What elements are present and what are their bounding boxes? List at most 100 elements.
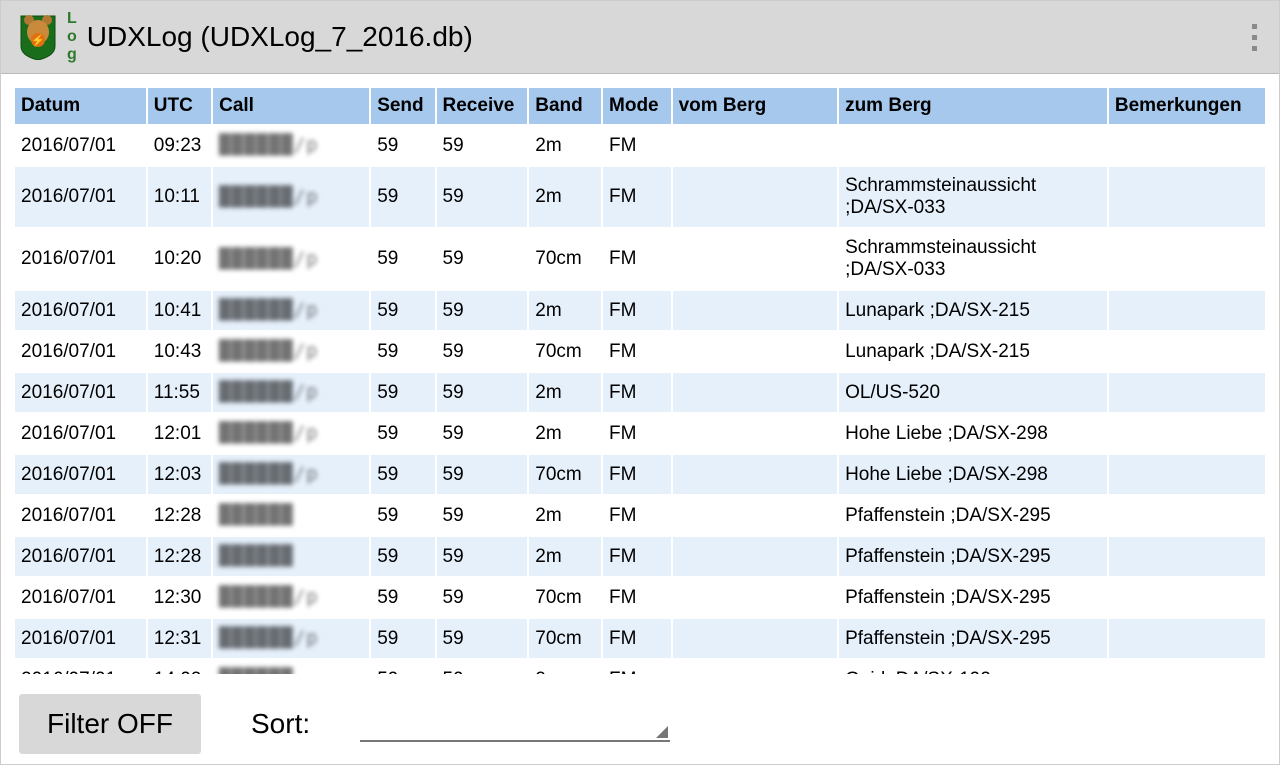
cell-band: 2m	[528, 125, 602, 166]
table-row[interactable]: 2016/07/0110:43██████/p595970cmFMLunapar…	[14, 331, 1266, 372]
cell-mode: FM	[602, 495, 672, 536]
cell-mode: FM	[602, 331, 672, 372]
table-row[interactable]: 2016/07/0110:20██████/p595970cmFMSchramm…	[14, 228, 1266, 290]
cell-receive: 59	[436, 536, 529, 577]
cell-utc: 12:31	[147, 618, 212, 659]
col-header-vom[interactable]: vom Berg	[672, 87, 839, 125]
cell-send: 59	[370, 495, 435, 536]
col-header-utc[interactable]: UTC	[147, 87, 212, 125]
cell-mode: FM	[602, 166, 672, 228]
cell-receive: 59	[436, 454, 529, 495]
cell-mode: FM	[602, 228, 672, 290]
col-header-datum[interactable]: Datum	[14, 87, 147, 125]
cell-receive: 59	[436, 577, 529, 618]
cell-zum: Hohe Liebe ;DA/SX-298	[838, 413, 1108, 454]
col-header-bem[interactable]: Bemerkungen	[1108, 87, 1266, 125]
cell-datum: 2016/07/01	[14, 536, 147, 577]
cell-utc: 09:23	[147, 125, 212, 166]
svg-text:⚡: ⚡	[31, 34, 45, 47]
cell-datum: 2016/07/01	[14, 659, 147, 674]
col-header-mode[interactable]: Mode	[602, 87, 672, 125]
cell-mode: FM	[602, 618, 672, 659]
cell-bem	[1108, 659, 1266, 674]
cell-send: 59	[370, 577, 435, 618]
cell-call: ██████/p	[212, 166, 370, 228]
cell-zum: Pfaffenstein ;DA/SX-295	[838, 618, 1108, 659]
cell-bem	[1108, 331, 1266, 372]
col-header-call[interactable]: Call	[212, 87, 370, 125]
cell-mode: FM	[602, 372, 672, 413]
cell-send: 59	[370, 331, 435, 372]
cell-zum: Lunapark ;DA/SX-215	[838, 331, 1108, 372]
cell-vom	[672, 125, 839, 166]
cell-call: ██████/p	[212, 618, 370, 659]
logo-log-letters: L o g	[67, 10, 77, 64]
cell-bem	[1108, 577, 1266, 618]
cell-receive: 59	[436, 125, 529, 166]
cell-band: 2m	[528, 372, 602, 413]
cell-vom	[672, 454, 839, 495]
cell-utc: 10:20	[147, 228, 212, 290]
table-row[interactable]: 2016/07/0112:03██████/p595970cmFMHohe Li…	[14, 454, 1266, 495]
filter-button[interactable]: Filter OFF	[19, 694, 201, 754]
cell-send: 59	[370, 618, 435, 659]
cell-utc: 12:03	[147, 454, 212, 495]
cell-receive: 59	[436, 228, 529, 290]
cell-zum: Pfaffenstein ;DA/SX-295	[838, 536, 1108, 577]
cell-utc: 14:02	[147, 659, 212, 674]
cell-mode: FM	[602, 577, 672, 618]
table-row[interactable]: 2016/07/0112:28██████59592mFMPfaffenstei…	[14, 495, 1266, 536]
cell-mode: FM	[602, 454, 672, 495]
sort-spinner[interactable]	[360, 706, 670, 742]
cell-call: ██████/p	[212, 413, 370, 454]
cell-call: ██████	[212, 495, 370, 536]
cell-utc: 11:55	[147, 372, 212, 413]
table-row[interactable]: 2016/07/0111:55██████/p59592mFMOL/US-520	[14, 372, 1266, 413]
cell-call: ██████/p	[212, 228, 370, 290]
cell-bem	[1108, 228, 1266, 290]
cell-bem	[1108, 290, 1266, 331]
cell-send: 59	[370, 659, 435, 674]
cell-call: ██████/p	[212, 372, 370, 413]
cell-send: 59	[370, 454, 435, 495]
col-header-send[interactable]: Send	[370, 87, 435, 125]
bottom-bar: Filter OFF Sort:	[1, 684, 1279, 764]
cell-utc: 12:01	[147, 413, 212, 454]
app-window: ⚡ L o g UDXLog (UDXLog_7_2016.db) Datum …	[0, 0, 1280, 765]
cell-call: ██████	[212, 536, 370, 577]
cell-zum: Schrammsteinaussicht ;DA/SX-033	[838, 166, 1108, 228]
overflow-menu-icon[interactable]	[1244, 16, 1265, 59]
cell-band: 2m	[528, 413, 602, 454]
cell-band: 2m	[528, 536, 602, 577]
cell-zum: Hohe Liebe ;DA/SX-298	[838, 454, 1108, 495]
log-table-container: Datum UTC Call Send Receive Band Mode vo…	[1, 74, 1279, 674]
table-row[interactable]: 2016/07/0112:28██████59592mFMPfaffenstei…	[14, 536, 1266, 577]
cell-vom	[672, 228, 839, 290]
cell-utc: 10:11	[147, 166, 212, 228]
table-row[interactable]: 2016/07/0112:01██████/p59592mFMHohe Lieb…	[14, 413, 1266, 454]
cell-call: ██████/p	[212, 331, 370, 372]
cell-band: 70cm	[528, 577, 602, 618]
cell-call: ██████/p	[212, 125, 370, 166]
table-row[interactable]: 2016/07/0112:31██████/p595970cmFMPfaffen…	[14, 618, 1266, 659]
cell-vom	[672, 166, 839, 228]
cell-bem	[1108, 166, 1266, 228]
cell-band: 70cm	[528, 228, 602, 290]
cell-bem	[1108, 454, 1266, 495]
cell-mode: FM	[602, 125, 672, 166]
table-row[interactable]: 2016/07/0110:41██████/p59592mFMLunapark …	[14, 290, 1266, 331]
table-row[interactable]: 2016/07/0110:11██████/p59592mFMSchrammst…	[14, 166, 1266, 228]
col-header-receive[interactable]: Receive	[436, 87, 529, 125]
cell-band: 2m	[528, 659, 602, 674]
cell-datum: 2016/07/01	[14, 577, 147, 618]
cell-bem	[1108, 495, 1266, 536]
cell-utc: 10:41	[147, 290, 212, 331]
table-row[interactable]: 2016/07/0112:30██████/p595970cmFMPfaffen…	[14, 577, 1266, 618]
col-header-band[interactable]: Band	[528, 87, 602, 125]
table-row[interactable]: 2016/07/0109:23██████/p59592mFM	[14, 125, 1266, 166]
col-header-zum[interactable]: zum Berg	[838, 87, 1108, 125]
cell-vom	[672, 659, 839, 674]
cell-receive: 59	[436, 413, 529, 454]
table-row[interactable]: 2016/07/0114:02██████59592mFMQuirl ;DA/S…	[14, 659, 1266, 674]
cell-datum: 2016/07/01	[14, 125, 147, 166]
